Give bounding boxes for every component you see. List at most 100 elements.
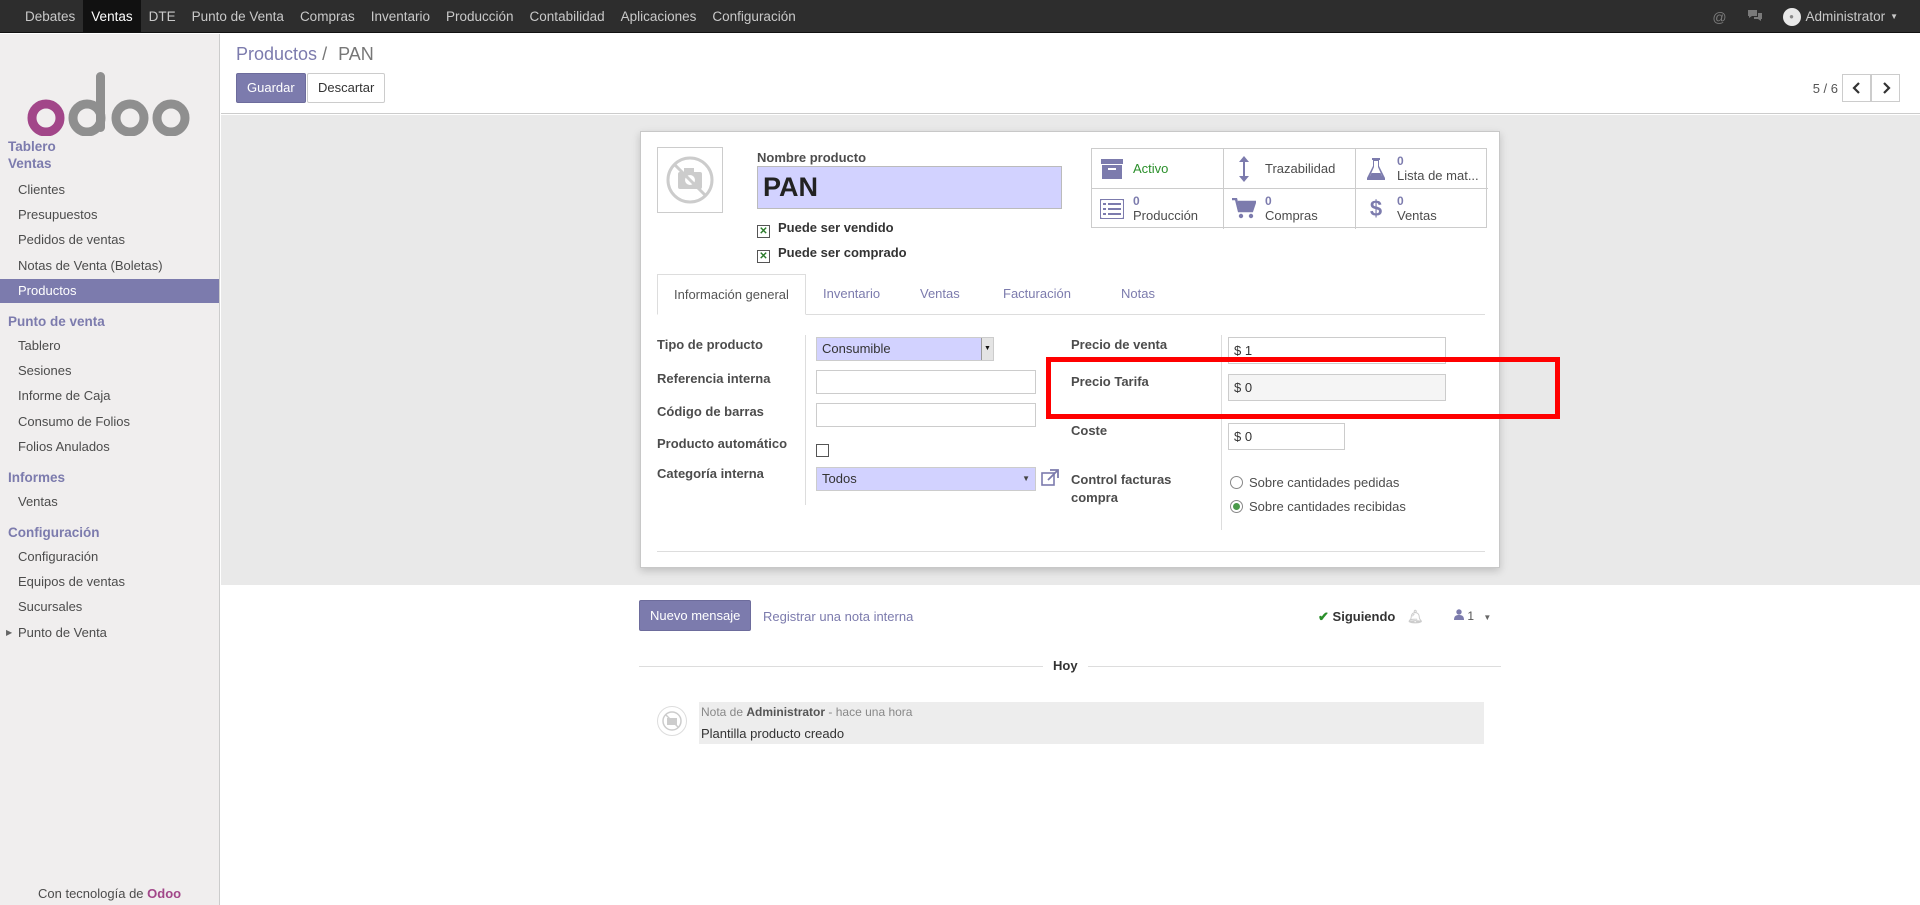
internal-category-select[interactable]: Todos ▼ — [816, 467, 1036, 491]
internal-ref-input[interactable] — [816, 370, 1036, 394]
smart-button-active[interactable]: Activo — [1092, 149, 1224, 189]
product-type-select[interactable]: Consumible ▼ — [816, 337, 994, 361]
at-icon[interactable]: @ — [1712, 9, 1726, 25]
smart-button-purchases-count: 0 — [1265, 194, 1272, 208]
chevron-right-icon[interactable] — [1871, 74, 1900, 102]
sidebar-item-notas-de-venta[interactable]: Notas de Venta (Boletas) — [0, 254, 219, 278]
caret-down-icon[interactable]: ▼ — [1890, 12, 1898, 21]
sidebar-item-configuracion[interactable]: Configuración — [0, 545, 219, 569]
smart-button-sales-count: 0 — [1397, 194, 1404, 208]
powered-by: Con tecnología de Odoo — [38, 886, 181, 901]
app-menu: Debates Ventas DTE Punto de Venta Compra… — [17, 0, 804, 33]
top-navbar: Debates Ventas DTE Punto de Venta Compra… — [0, 0, 1920, 33]
sidebar-item-pedidos-de-ventas[interactable]: Pedidos de ventas — [0, 228, 219, 252]
sidebar-item-equipos-de-ventas[interactable]: Equipos de ventas — [0, 570, 219, 594]
message-item: Nota de Administrator - hace una hora Pl… — [699, 702, 1484, 744]
sidebar-item-informes-ventas[interactable]: Ventas — [0, 490, 219, 514]
odoo-logo[interactable] — [26, 64, 194, 137]
smart-button-purchases[interactable]: 0 Compras — [1224, 189, 1356, 229]
menu-aplicaciones[interactable]: Aplicaciones — [613, 0, 705, 33]
breadcrumb-current: PAN — [338, 44, 374, 64]
powered-prefix: Con tecnología de — [38, 886, 144, 901]
discard-button[interactable]: Descartar — [307, 73, 386, 103]
user-menu[interactable]: Administrator — [1806, 9, 1886, 24]
powered-brand-link[interactable]: Odoo — [147, 886, 181, 901]
purchase-control-label-line1: Control facturas — [1071, 472, 1172, 487]
menu-punto-de-venta[interactable]: Punto de Venta — [184, 0, 292, 33]
breadcrumb-productos[interactable]: Productos — [236, 44, 317, 64]
menu-produccion[interactable]: Producción — [438, 0, 522, 33]
internal-category-value: Todos — [822, 471, 857, 486]
smart-buttons: Activo Trazabilidad 0 Lista de mat... 0 … — [1091, 148, 1488, 229]
sidebar-item-config-punto-de-venta[interactable]: Punto de Venta — [0, 621, 219, 645]
dropdown-caret-icon[interactable]: ▼ — [1022, 468, 1030, 490]
sidebar-item-folios-anulados[interactable]: Folios Anulados — [0, 435, 219, 459]
menu-ventas[interactable]: Ventas — [83, 0, 141, 33]
menu-debates[interactable]: Debates — [17, 0, 83, 33]
sidebar-item-tablero[interactable]: Tablero — [0, 334, 219, 358]
user-avatar-icon[interactable]: ● — [1782, 7, 1801, 26]
tab-ventas[interactable]: Ventas — [904, 274, 976, 315]
sidebar-item-informe-de-caja[interactable]: Informe de Caja — [0, 384, 219, 408]
product-image[interactable] — [657, 147, 723, 213]
message-body: Plantilla producto creado — [701, 726, 845, 741]
archive-icon — [1100, 157, 1124, 181]
select-caret-icon[interactable]: ▼ — [981, 338, 993, 360]
sidebar-section-ventas: Ventas — [8, 156, 52, 171]
control-ordered-radio[interactable] — [1230, 476, 1243, 489]
chevron-left-icon[interactable] — [1842, 74, 1871, 102]
following-button[interactable]: ✔ Siguiendo 🔔︎ — [1318, 609, 1424, 625]
smart-button-production-label: Producción — [1133, 208, 1199, 223]
sidebar-item-productos[interactable]: Productos — [0, 279, 219, 303]
menu-inventario[interactable]: Inventario — [363, 0, 438, 33]
save-button[interactable]: Guardar — [236, 73, 306, 103]
sale-ok-checkbox[interactable]: ✕ — [757, 225, 770, 238]
author-avatar[interactable] — [657, 706, 687, 736]
smart-button-bom[interactable]: 0 Lista de mat... — [1356, 149, 1488, 189]
bell-icon[interactable]: 🔔︎ — [1407, 609, 1424, 624]
user-icon — [1454, 609, 1467, 623]
product-name-input[interactable]: PAN — [757, 166, 1062, 209]
sidebar-section-tablero[interactable]: Tablero — [8, 139, 56, 154]
pager-value[interactable]: 5 / 6 — [1813, 81, 1838, 96]
smart-button-traceability[interactable]: Trazabilidad — [1224, 149, 1356, 189]
sheet-bottom-divider — [657, 551, 1485, 552]
message-header: Nota de Administrator - hace una hora — [701, 705, 912, 719]
cost-input[interactable]: $ 0 — [1228, 423, 1345, 450]
tab-inventario[interactable]: Inventario — [807, 274, 896, 315]
menu-contabilidad[interactable]: Contabilidad — [522, 0, 613, 33]
sidebar-item-consumo-de-folios[interactable]: Consumo de Folios — [0, 410, 219, 434]
control-received-label: Sobre cantidades recibidas — [1249, 499, 1406, 514]
purchase-ok-label: Puede ser comprado — [778, 245, 907, 260]
column-divider-left — [805, 335, 806, 505]
followers-caret-icon: ▼ — [1483, 613, 1492, 622]
message-time: - hace una hora — [828, 705, 913, 719]
smart-button-sales-label: Ventas — [1397, 208, 1437, 223]
auto-product-label: Producto automático — [657, 436, 788, 451]
barcode-input[interactable] — [816, 403, 1036, 427]
message-author[interactable]: Administrator — [746, 705, 825, 719]
smart-button-production[interactable]: 0 Producción — [1092, 189, 1224, 229]
purchase-ok-checkbox[interactable]: ✕ — [757, 250, 770, 263]
menu-configuracion[interactable]: Configuración — [704, 0, 803, 33]
tab-informacion-general[interactable]: Información general — [657, 274, 806, 315]
sale-price-label: Precio de venta — [1071, 337, 1168, 352]
sidebar-item-clientes[interactable]: Clientes — [0, 178, 219, 202]
log-note-link[interactable]: Registrar una nota interna — [763, 609, 913, 624]
chat-icon[interactable] — [1747, 9, 1763, 25]
control-received-radio[interactable] — [1230, 500, 1243, 513]
followers-button[interactable]: 1 ▼ — [1454, 609, 1491, 623]
purchase-control-label-line2: compra — [1071, 490, 1118, 505]
new-message-button[interactable]: Nuevo mensaje — [639, 600, 752, 631]
tab-facturacion[interactable]: Facturación — [987, 274, 1087, 315]
auto-product-checkbox[interactable] — [816, 444, 829, 457]
tab-notas[interactable]: Notas — [1105, 274, 1171, 315]
sidebar-item-sesiones[interactable]: Sesiones — [0, 359, 219, 383]
smart-button-production-count: 0 — [1133, 194, 1140, 208]
menu-compras[interactable]: Compras — [292, 0, 363, 33]
sidebar-item-sucursales[interactable]: Sucursales — [0, 595, 219, 619]
external-link-icon[interactable] — [1041, 469, 1059, 490]
menu-dte[interactable]: DTE — [141, 0, 184, 33]
smart-button-sales[interactable]: $ 0 Ventas — [1356, 189, 1488, 229]
sidebar-item-presupuestos[interactable]: Presupuestos — [0, 203, 219, 227]
